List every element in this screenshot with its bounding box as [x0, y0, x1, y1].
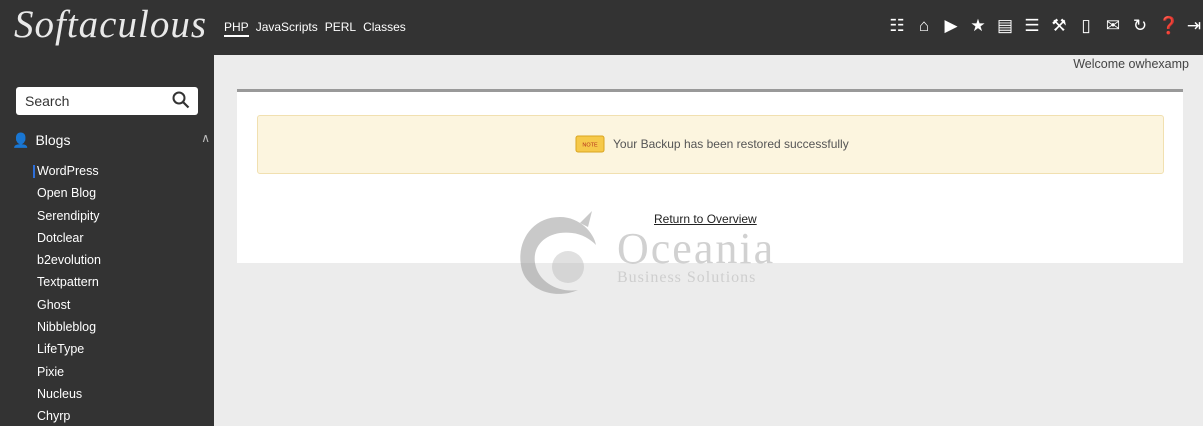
sidebar-item-lifetype[interactable]: LifeType	[37, 338, 101, 360]
mail-icon[interactable]: ✉	[1104, 16, 1122, 36]
nav-perl[interactable]: PERL	[325, 20, 356, 37]
sidebar-item-pixie[interactable]: Pixie	[37, 361, 101, 383]
nav-classes[interactable]: Classes	[363, 20, 406, 37]
file-icon[interactable]: ▯	[1077, 16, 1095, 36]
user-icon: 👤	[12, 131, 30, 148]
top-bar: Softaculous PHP JavaScripts PERL Classes…	[0, 0, 1203, 55]
nav-javascripts[interactable]: JavaScripts	[256, 20, 318, 37]
list-icon[interactable]: ☰	[1023, 16, 1041, 36]
sidebar-item-serendipity[interactable]: Serendipity	[37, 205, 101, 227]
sidebar-item-dotclear[interactable]: Dotclear	[37, 227, 101, 249]
search-icon[interactable]	[172, 91, 190, 109]
app-logo[interactable]: Softaculous	[14, 2, 207, 47]
success-note: NOTE Your Backup has been restored succe…	[257, 115, 1164, 174]
welcome-text: Welcome owhexamp	[1073, 57, 1189, 71]
toolbar-icons: ☷ ⌂ ▶ ★ ▤ ☰ ⚒ ▯ ✉ ↻ ❓ ⇥	[888, 16, 1203, 36]
backup-icon[interactable]: ▤	[996, 16, 1014, 36]
top-nav: PHP JavaScripts PERL Classes	[224, 20, 406, 37]
sidebar-item-nucleus[interactable]: Nucleus	[37, 383, 101, 405]
sidebar-item-chyrp[interactable]: Chyrp	[37, 405, 101, 426]
success-message: Your Backup has been restored successful…	[613, 137, 849, 151]
logout-icon[interactable]: ⇥	[1185, 16, 1203, 36]
chevron-up-icon[interactable]: ∧	[201, 131, 210, 145]
sidebar-item-ghost[interactable]: Ghost	[37, 294, 101, 316]
home-icon[interactable]: ⌂	[915, 16, 933, 36]
sidebar-item-open-blog[interactable]: Open Blog	[37, 182, 101, 204]
installations-icon[interactable]: ☷	[888, 16, 906, 36]
category-blogs[interactable]: 👤 Blogs ∧	[12, 130, 210, 150]
dolphin-icon	[520, 211, 596, 294]
search-label: Search	[25, 93, 70, 109]
play-icon[interactable]: ▶	[942, 16, 960, 36]
watermark-tagline: Business Solutions	[617, 269, 757, 286]
sidebar-item-textpattern[interactable]: Textpattern	[37, 271, 101, 293]
help-icon[interactable]: ❓	[1158, 16, 1179, 36]
search-input[interactable]: Search	[16, 87, 198, 115]
star-icon[interactable]: ★	[969, 16, 987, 36]
watermark-name: Oceania	[617, 224, 776, 273]
nav-php[interactable]: PHP	[224, 20, 249, 37]
sidebar-item-b2evolution[interactable]: b2evolution	[37, 249, 101, 271]
sidebar-item-nibbleblog[interactable]: Nibbleblog	[37, 316, 101, 338]
sidebar-item-wordpress[interactable]: WordPress	[33, 160, 101, 182]
note-icon: NOTE	[575, 135, 605, 153]
note-badge-text: NOTE	[582, 143, 598, 149]
script-list: WordPress Open Blog Serendipity Dotclear…	[33, 160, 101, 426]
oceania-watermark: Oceania Business Solutions	[510, 205, 810, 305]
category-label: Blogs	[35, 132, 71, 148]
refresh-icon[interactable]: ↻	[1131, 16, 1149, 36]
sidebar: Search 👤 Blogs ∧ WordPress Open Blog Ser…	[0, 55, 214, 426]
wrench-icon[interactable]: ⚒	[1050, 16, 1068, 36]
